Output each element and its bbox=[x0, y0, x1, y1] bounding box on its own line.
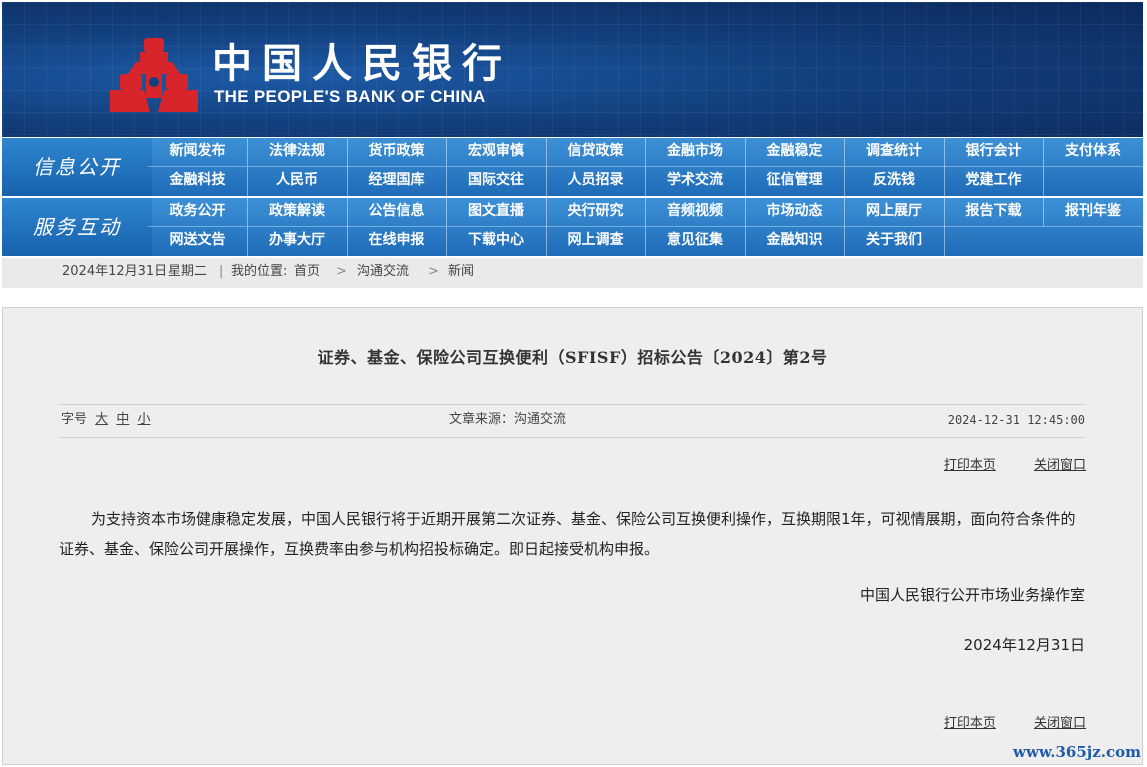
nav-item[interactable]: 金融市场 bbox=[645, 138, 746, 167]
article-body: 为支持资本市场健康稳定发展，中国人民银行将于近期开展第二次证券、基金、保险公司互… bbox=[59, 510, 1076, 558]
nav-item[interactable]: 下载中心 bbox=[447, 227, 547, 256]
breadcrumb-arrow: > bbox=[336, 264, 347, 279]
nav-grid: 新闻发布 法律法规 货币政策 宏观审慎 信贷政策 金融市场 金融稳定 调查统计 银行会计 支付体系… bbox=[148, 138, 1144, 196]
article-source: 文章来源：沟通交流 bbox=[449, 412, 567, 427]
nav-item[interactable]: 网送文告 bbox=[148, 227, 248, 256]
nav-item[interactable]: 报告下载 bbox=[944, 198, 1044, 227]
nav-item[interactable]: 经理国库 bbox=[347, 167, 447, 196]
nav-item[interactable]: 在线申报 bbox=[347, 227, 447, 256]
current-date: 2024年12月31日 bbox=[62, 264, 168, 279]
header-banner: 中国人民银行 THE PEOPLE'S BANK OF CHINA bbox=[2, 2, 1143, 137]
nav-item[interactable]: 金融知识 bbox=[745, 227, 845, 256]
nav-item[interactable]: 市场动态 bbox=[745, 198, 845, 227]
nav-item[interactable]: 公告信息 bbox=[347, 198, 447, 227]
nav-item[interactable]: 央行研究 bbox=[546, 198, 646, 227]
nav-grid: 政务公开 政策解读 公告信息 图文直播 央行研究 音频视频 市场动态 网上展厅 报告下载 报刊年鉴… bbox=[148, 198, 1144, 256]
font-size-label: 字号 bbox=[61, 412, 88, 427]
nav-item[interactable]: 金融稳定 bbox=[745, 138, 845, 167]
nav-item[interactable]: 国际交往 bbox=[447, 167, 547, 196]
site-title-cn[interactable]: 中国人民银行 bbox=[212, 40, 512, 88]
nav-service-interaction: 服务互动 政务公开 政策解读 公告信息 图文直播 央行研究 音频视频 市场动态 网上展厅 报告下… bbox=[2, 198, 1144, 256]
close-window-link[interactable]: 关闭窗口 bbox=[1034, 716, 1086, 731]
article-title: 证券、基金、保险公司互换便利（SFISF）招标公告〔2024〕第2号 bbox=[317, 348, 828, 367]
nav-item[interactable]: 网上展厅 bbox=[844, 198, 945, 227]
site-watermark: www.365jz.com bbox=[1013, 743, 1141, 761]
nav-item[interactable]: 关于我们 bbox=[845, 227, 945, 256]
nav-item[interactable]: 意见征集 bbox=[646, 227, 746, 256]
breadcrumb-arrow: > bbox=[428, 264, 439, 279]
article-panel: 证券、基金、保险公司互换便利（SFISF）招标公告〔2024〕第2号 字号 大 … bbox=[2, 307, 1143, 765]
font-size-controls: 字号 大 中 小 bbox=[61, 405, 150, 435]
nav-info-disclosure: 信息公开 新闻发布 法律法规 货币政策 宏观审慎 信贷政策 金融市场 金融稳定 调查统计 银行会… bbox=[2, 138, 1144, 196]
nav-item[interactable]: 报刊年鉴 bbox=[1043, 198, 1144, 227]
nav-section-label: 服务互动 bbox=[2, 198, 152, 256]
nav-item[interactable]: 信贷政策 bbox=[546, 138, 646, 167]
print-page-link[interactable]: 打印本页 bbox=[944, 458, 996, 473]
breadcrumb-separator: | bbox=[219, 264, 224, 279]
breadcrumb-level1-link[interactable]: 沟通交流 bbox=[357, 258, 409, 286]
breadcrumb: 2024年12月31日 星期二 | 我的位置: 首页 > 沟通交流 > 新闻 bbox=[2, 258, 1143, 288]
nav-item[interactable]: 党建工作 bbox=[944, 167, 1044, 196]
nav-item[interactable]: 新闻发布 bbox=[148, 138, 248, 167]
nav-item[interactable]: 人民币 bbox=[248, 167, 348, 196]
nav-item[interactable]: 银行会计 bbox=[944, 138, 1044, 167]
nav-item[interactable]: 学术交流 bbox=[646, 167, 746, 196]
font-medium-button[interactable]: 中 bbox=[116, 412, 129, 427]
nav-item[interactable]: 政务公开 bbox=[148, 198, 248, 227]
current-weekday: 星期二 bbox=[168, 264, 208, 279]
nav-item[interactable]: 反洗钱 bbox=[845, 167, 945, 196]
close-window-link[interactable]: 关闭窗口 bbox=[1034, 458, 1086, 473]
nav-item[interactable]: 调查统计 bbox=[844, 138, 945, 167]
article-signature: 中国人民银行公开市场业务操作室 bbox=[859, 586, 1085, 604]
article-tools-bottom: 打印本页 关闭窗口 bbox=[910, 712, 1086, 731]
nav-item[interactable]: 图文直播 bbox=[446, 198, 547, 227]
nav-item[interactable]: 人员招录 bbox=[546, 167, 646, 196]
article-datetime: 2024-12-31 12:45:00 bbox=[947, 413, 1085, 427]
location-label: 我的位置: bbox=[231, 264, 288, 279]
nav-item[interactable]: 音频视频 bbox=[645, 198, 746, 227]
breadcrumb-home-link[interactable]: 首页 bbox=[294, 258, 320, 286]
breadcrumb-level2-link[interactable]: 新闻 bbox=[448, 258, 474, 286]
site-title-en[interactable]: THE PEOPLE'S BANK OF CHINA bbox=[214, 87, 486, 107]
nav-section-label: 信息公开 bbox=[2, 138, 152, 196]
nav-item[interactable]: 支付体系 bbox=[1043, 138, 1144, 167]
nav-item[interactable]: 办事大厅 bbox=[248, 227, 348, 256]
article-sign-date: 2024年12月31日 bbox=[963, 636, 1085, 654]
print-page-link[interactable]: 打印本页 bbox=[944, 716, 996, 731]
nav-item[interactable]: 政策解读 bbox=[247, 198, 348, 227]
nav-item[interactable]: 征信管理 bbox=[745, 167, 845, 196]
font-small-button[interactable]: 小 bbox=[137, 412, 150, 427]
font-large-button[interactable]: 大 bbox=[95, 412, 108, 427]
article-tools-top: 打印本页 关闭窗口 bbox=[910, 454, 1086, 473]
nav-item[interactable]: 法律法规 bbox=[247, 138, 348, 167]
nav-item[interactable]: 货币政策 bbox=[347, 138, 447, 167]
nav-item[interactable]: 宏观审慎 bbox=[446, 138, 547, 167]
nav-item[interactable]: 金融科技 bbox=[148, 167, 248, 196]
nav-item[interactable]: 网上调查 bbox=[546, 227, 646, 256]
pboc-emblem-icon[interactable] bbox=[110, 38, 198, 112]
article-meta-bar: 字号 大 中 小 文章来源：沟通交流 2024-12-31 12:45:00 bbox=[59, 404, 1085, 438]
